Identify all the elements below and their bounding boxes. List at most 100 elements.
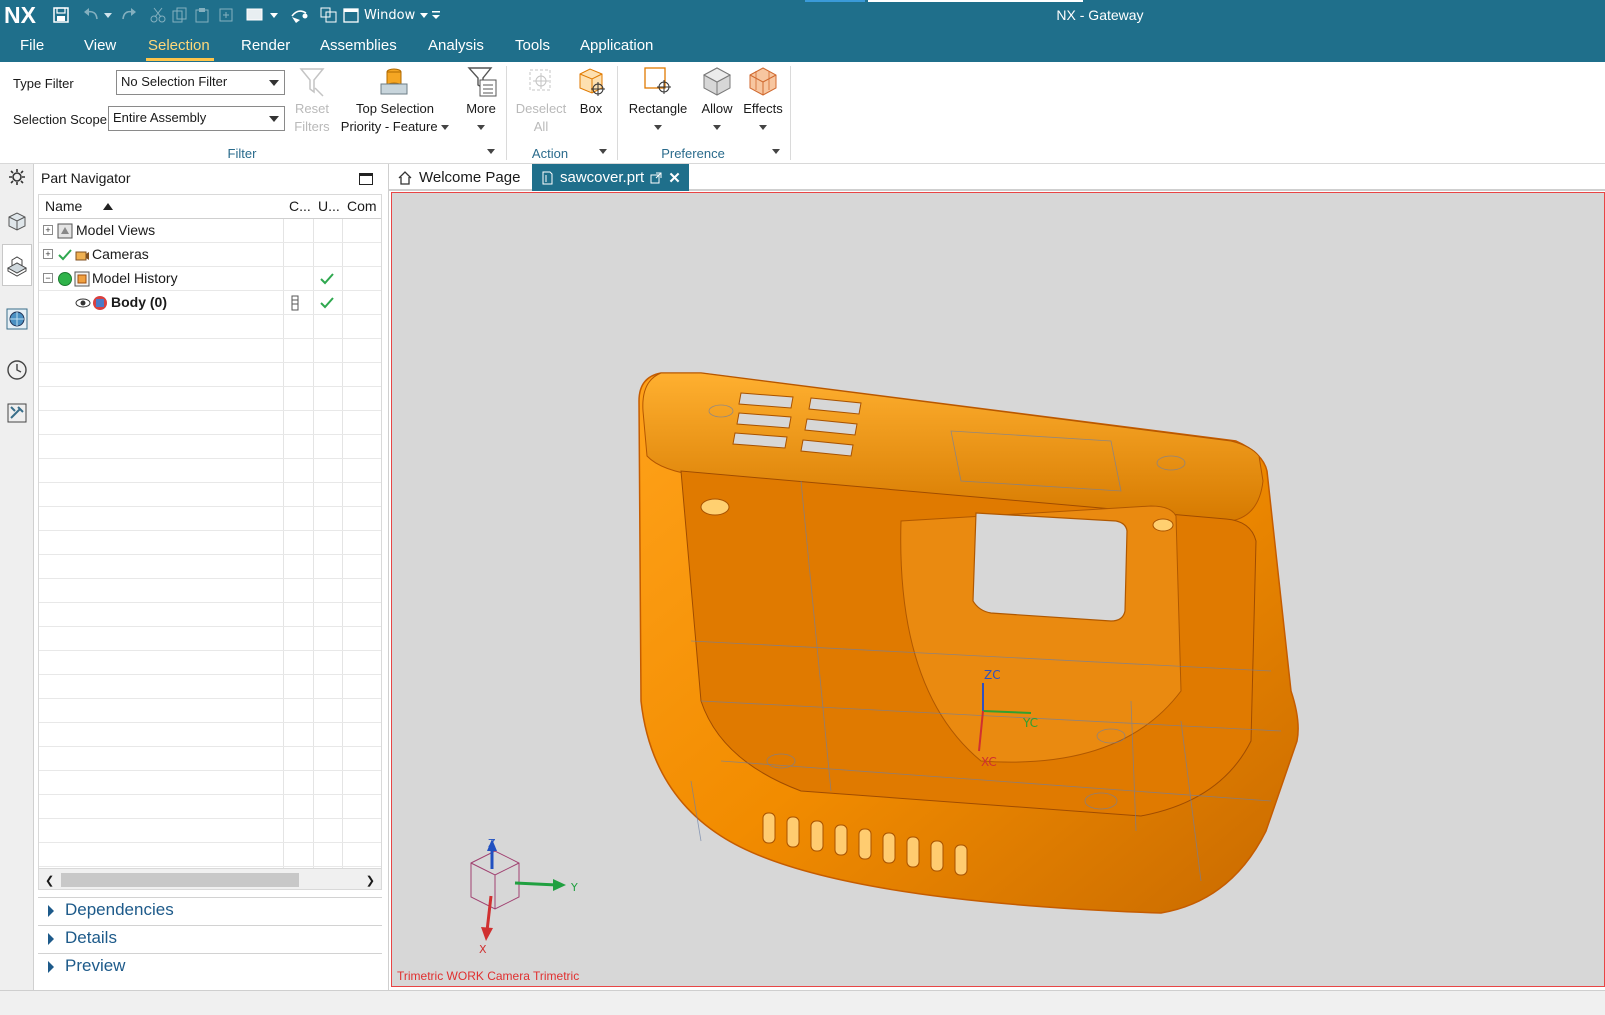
sort-ascending-icon [103,203,113,210]
selection-ribbon: Type Filter No Selection Filter Selectio… [0,62,1605,164]
selection-scope-combo[interactable]: Entire Assembly [108,106,285,131]
group-label-preference: Preference [661,146,725,161]
window-menu-label: Window [364,7,416,23]
view-caption: Trimetric WORK Camera Trimetric [397,969,580,983]
green-check-icon[interactable] [57,247,73,263]
model-history-icon [74,271,90,287]
visibility-eye-icon[interactable] [75,295,91,311]
column-header-name[interactable]: Name [45,198,82,214]
scroll-right-icon[interactable]: ❯ [366,874,375,887]
action-group-expand-icon[interactable] [599,149,607,154]
maximize-panel-icon[interactable] [359,173,373,185]
title-accent [805,0,865,2]
table-row [39,747,381,771]
section-details[interactable]: Details [38,925,382,952]
section-dependencies[interactable]: Dependencies [38,897,382,924]
type-filter-combo[interactable]: No Selection Filter [116,70,285,95]
undo-dropdown-icon[interactable] [104,6,112,24]
model-views-icon [57,223,73,239]
up-to-date-check-icon [320,297,334,309]
welcome-tab-label: Welcome Page [419,169,521,186]
tree-item-label: Body (0) [111,294,167,310]
web-browser-icon[interactable] [4,306,30,332]
table-row [39,723,381,747]
settings-gear-icon[interactable] [4,164,30,190]
duplicate-icon[interactable] [218,6,234,24]
tab-render[interactable]: Render [241,37,290,54]
tree-row-body[interactable]: Body (0) [39,291,381,315]
collapse-icon[interactable]: − [43,273,53,283]
tab-file[interactable]: File [20,37,44,54]
paste-icon[interactable] [194,6,210,24]
filter-group-expand-icon[interactable] [487,149,495,154]
pop-out-icon[interactable] [650,172,662,184]
reset-filters-label-2: Filters [294,119,330,134]
expand-icon[interactable]: + [43,249,53,259]
screen-dropdown-icon[interactable] [270,6,278,24]
save-icon[interactable] [52,6,70,24]
assembly-navigator-icon[interactable] [4,208,30,234]
more-filters-button[interactable]: More [461,64,501,136]
resource-bar [0,164,34,990]
table-row [39,603,381,627]
column-header-uptodate[interactable]: U... [318,198,340,214]
selection-effects-button[interactable]: Effects [741,64,785,136]
column-header-comment[interactable]: Com [347,198,377,214]
tab-welcome-page[interactable]: Welcome Page [389,164,528,191]
history-clock-icon[interactable] [4,357,30,383]
group-label-action: Action [531,146,569,161]
graphics-viewport[interactable]: ZC YC XC Z Y X Trimetric WORK Camera Tri… [391,192,1605,987]
switch-window-icon[interactable] [290,6,310,24]
tree-row-model-history[interactable]: − Model History [39,267,381,291]
top-selection-priority-button[interactable]: Top Selection Priority - Feature [336,64,454,136]
tab-analysis[interactable]: Analysis [428,37,484,54]
rectangle-selection-button[interactable]: Rectangle [624,64,692,136]
table-row [39,699,381,723]
reset-filters-button[interactable]: Reset Filters [290,64,334,136]
screen-icon[interactable] [246,6,264,24]
tab-tools[interactable]: Tools [515,37,550,54]
chevron-down-icon [654,125,662,131]
triad-label-x: X [479,943,487,956]
group-divider [506,66,507,160]
table-row [39,459,381,483]
scrollbar-thumb[interactable] [61,873,299,887]
undo-icon[interactable] [82,6,100,24]
part-navigator-icon[interactable] [2,244,32,286]
reuse-library-icon[interactable] [4,400,30,426]
box-select-button[interactable]: Box [572,64,610,118]
deselect-all-button[interactable]: Deselect All [512,64,570,136]
expand-icon[interactable]: + [43,225,53,235]
tab-assemblies[interactable]: Assemblies [320,37,397,54]
type-filter-label: Type Filter [13,76,74,91]
box-label: Box [579,101,603,116]
tab-view[interactable]: View [84,37,116,54]
cut-icon[interactable] [150,6,166,24]
table-row [39,555,381,579]
app-title: NX - Gateway [1056,7,1144,23]
window-menu[interactable]: Window [343,6,429,24]
customize-quick-access-icon[interactable] [430,6,442,24]
selection-scope-label: Selection Scope [13,112,107,127]
allow-label: Allow [701,101,733,116]
active-file-tab-label: sawcover.prt [560,169,645,186]
scroll-left-icon[interactable]: ❮ [45,874,54,887]
axis-label-xc: XC [981,755,997,769]
nx-logo: NX [4,2,36,28]
tab-selection[interactable]: Selection [148,37,210,54]
tree-row-model-views[interactable]: + Model Views [39,219,381,243]
tree-row-cameras[interactable]: + Cameras [39,243,381,267]
close-icon[interactable]: ✕ [668,169,681,187]
tab-application[interactable]: Application [580,37,653,54]
column-header-current[interactable]: C... [289,198,311,214]
tab-sawcover-prt[interactable]: sawcover.prt ✕ [532,164,689,191]
horizontal-scrollbar[interactable]: ❮ ❯ [38,868,382,890]
copy-icon[interactable] [172,6,188,24]
allow-selection-button[interactable]: Allow [696,64,738,136]
preference-group-expand-icon[interactable] [772,149,780,154]
section-preview[interactable]: Preview [38,953,382,980]
part-model-render[interactable]: ZC YC XC Z Y X [392,193,1605,987]
redo-icon[interactable] [120,6,138,24]
window-layout-icon[interactable] [320,6,338,24]
chevron-down-icon [713,125,721,131]
